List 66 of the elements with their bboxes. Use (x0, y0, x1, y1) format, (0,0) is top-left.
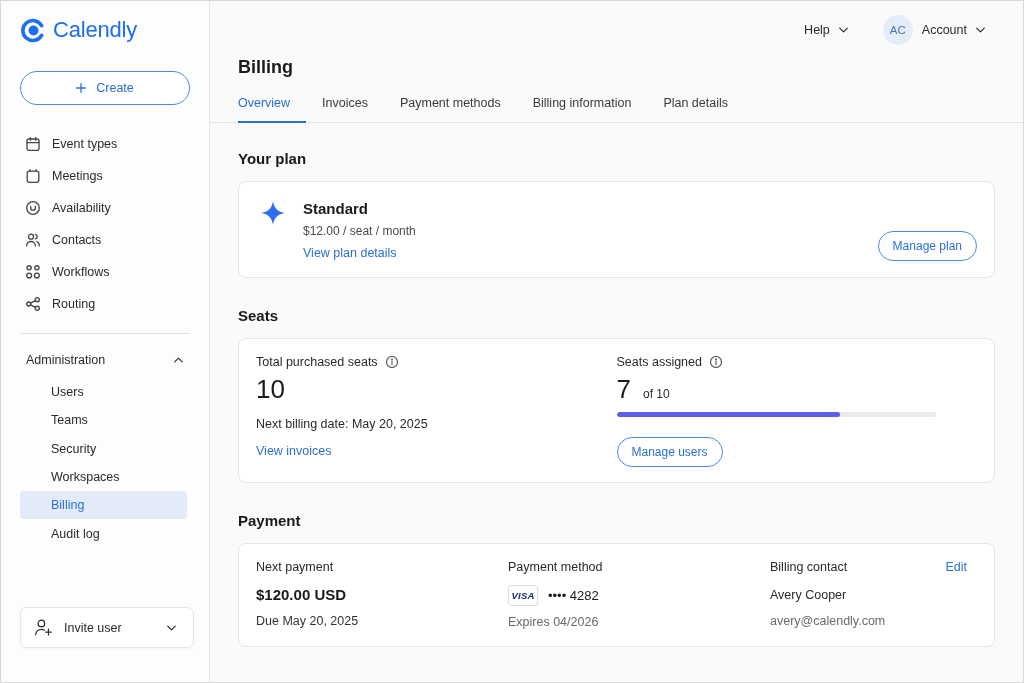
tab[interactable]: Billing information (532, 82, 648, 123)
sidebar-subitem[interactable]: Security (20, 434, 187, 463)
info-icon (710, 356, 722, 368)
tab[interactable]: Invoices (322, 82, 384, 123)
help-menu[interactable]: Help (804, 23, 848, 37)
nav-item[interactable]: Meetings (20, 160, 187, 192)
field-label: Next payment (256, 559, 334, 575)
field-label: Payment method (508, 559, 603, 575)
plus-icon (76, 83, 87, 93)
contact-email: avery@calendly.com (770, 613, 886, 629)
page-title: Billing (237, 56, 294, 78)
section-heading: Payment (238, 511, 302, 531)
tab[interactable]: Overview (238, 82, 307, 123)
logo-wordmark: Calendly (53, 16, 137, 44)
nav-item[interactable]: Event types (20, 128, 187, 160)
four-circles-icon (26, 265, 40, 279)
section-heading: Your plan (238, 149, 308, 169)
sidebar-subitem[interactable]: Billing (20, 491, 187, 520)
card-number: •••• 4282 (548, 588, 599, 603)
chevron-down-icon (838, 27, 848, 33)
sidebar-subitem[interactable]: Users (20, 378, 187, 407)
info-icon (385, 356, 398, 368)
people-icon (26, 233, 40, 247)
calendar-icon (26, 137, 40, 151)
sidebar-subitem[interactable]: Audit log (20, 519, 187, 548)
connected-nodes-icon (26, 297, 40, 311)
clipboard-icon (26, 169, 40, 183)
plan-name: Standard (303, 199, 369, 219)
next-billing-date: Next billing date: May 20, 2025 (256, 416, 428, 432)
field-label: Seats assigned (616, 354, 702, 370)
tab[interactable]: Plan details (663, 82, 744, 123)
section-toggle[interactable]: Administration (20, 346, 187, 374)
view-invoices-link[interactable]: View invoices (256, 443, 332, 459)
field-label: Billing contact (770, 559, 848, 575)
sidebar-subitem[interactable]: Workspaces (20, 462, 187, 492)
plan-details-link[interactable]: View plan details (303, 245, 416, 261)
chevron-down-icon (167, 624, 176, 631)
plan-price: $12.00 / seat / month (303, 223, 416, 239)
manage-plan-button[interactable]: Manage plan (877, 231, 977, 261)
smiley-icon (26, 201, 40, 215)
chevron-down-icon (976, 27, 985, 33)
seat-total: of 10 (642, 387, 670, 401)
card-brand-logo: VISA (508, 585, 538, 606)
sidebar-subitem[interactable]: Teams (20, 406, 187, 435)
person-plus-icon (35, 619, 52, 636)
create-button[interactable]: Create (20, 71, 190, 105)
field-label: Total purchased seats (256, 354, 378, 370)
manage-users-button[interactable]: Manage users (616, 437, 723, 467)
nav-item[interactable]: Routing (20, 288, 187, 320)
seat-count: 10 (256, 374, 285, 404)
card-expiry: Expires 04/2026 (508, 614, 599, 630)
nav-item[interactable]: Workflows (20, 256, 187, 288)
nav-item[interactable]: Availability (20, 192, 187, 224)
logo-icon (21, 17, 46, 43)
sparkle-icon (261, 201, 285, 225)
nav-item[interactable]: Contacts (20, 224, 187, 256)
assigned-count: 7 (616, 374, 631, 404)
section-heading: Seats (238, 306, 280, 326)
due-date: Due May 20, 2025 (256, 613, 359, 629)
tab[interactable]: Payment methods (399, 82, 517, 123)
edit-link[interactable]: Edit (945, 559, 967, 575)
contact-name: Avery Cooper (770, 587, 847, 604)
avatar: AC (882, 15, 913, 45)
invite-user-button[interactable]: Invite user (20, 607, 194, 648)
account-menu[interactable]: AC Account (882, 15, 985, 45)
payment-amount: $120.00 USD (256, 585, 347, 605)
